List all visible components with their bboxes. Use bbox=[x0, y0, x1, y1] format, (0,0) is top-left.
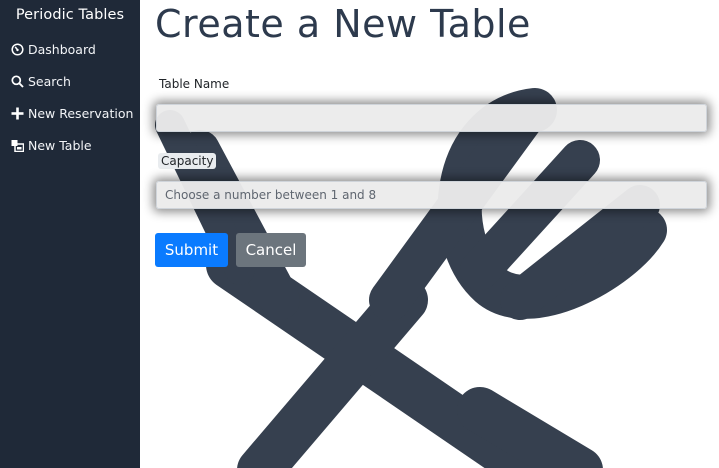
table-icon bbox=[11, 139, 24, 152]
main-content: Create a New Table Table Name Capacity S… bbox=[140, 0, 719, 468]
cancel-button[interactable]: Cancel bbox=[236, 233, 306, 267]
sidebar-item-label: New Table bbox=[28, 137, 92, 153]
sidebar: Periodic Tables Dashboard Search New Res… bbox=[0, 0, 140, 468]
sidebar-item-search[interactable]: Search bbox=[0, 65, 140, 97]
sidebar-item-label: Search bbox=[28, 73, 71, 89]
capacity-label: Capacity bbox=[158, 153, 217, 169]
sidebar-item-new-reservation[interactable]: New Reservation bbox=[0, 97, 140, 129]
table-name-label: Table Name bbox=[159, 77, 230, 91]
search-icon bbox=[11, 74, 24, 88]
table-name-input[interactable] bbox=[156, 104, 707, 132]
sidebar-item-label: Dashboard bbox=[28, 41, 96, 57]
plus-icon bbox=[11, 107, 24, 120]
page-title: Create a New Table bbox=[155, 2, 531, 46]
submit-button[interactable]: Submit bbox=[155, 233, 228, 267]
sidebar-item-label: New Reservation bbox=[28, 105, 134, 121]
capacity-input[interactable] bbox=[156, 181, 707, 209]
brand-title: Periodic Tables bbox=[15, 7, 125, 23]
sidebar-item-dashboard[interactable]: Dashboard bbox=[0, 33, 140, 65]
sidebar-item-new-table[interactable]: New Table bbox=[0, 129, 140, 161]
dashboard-icon bbox=[11, 42, 24, 56]
